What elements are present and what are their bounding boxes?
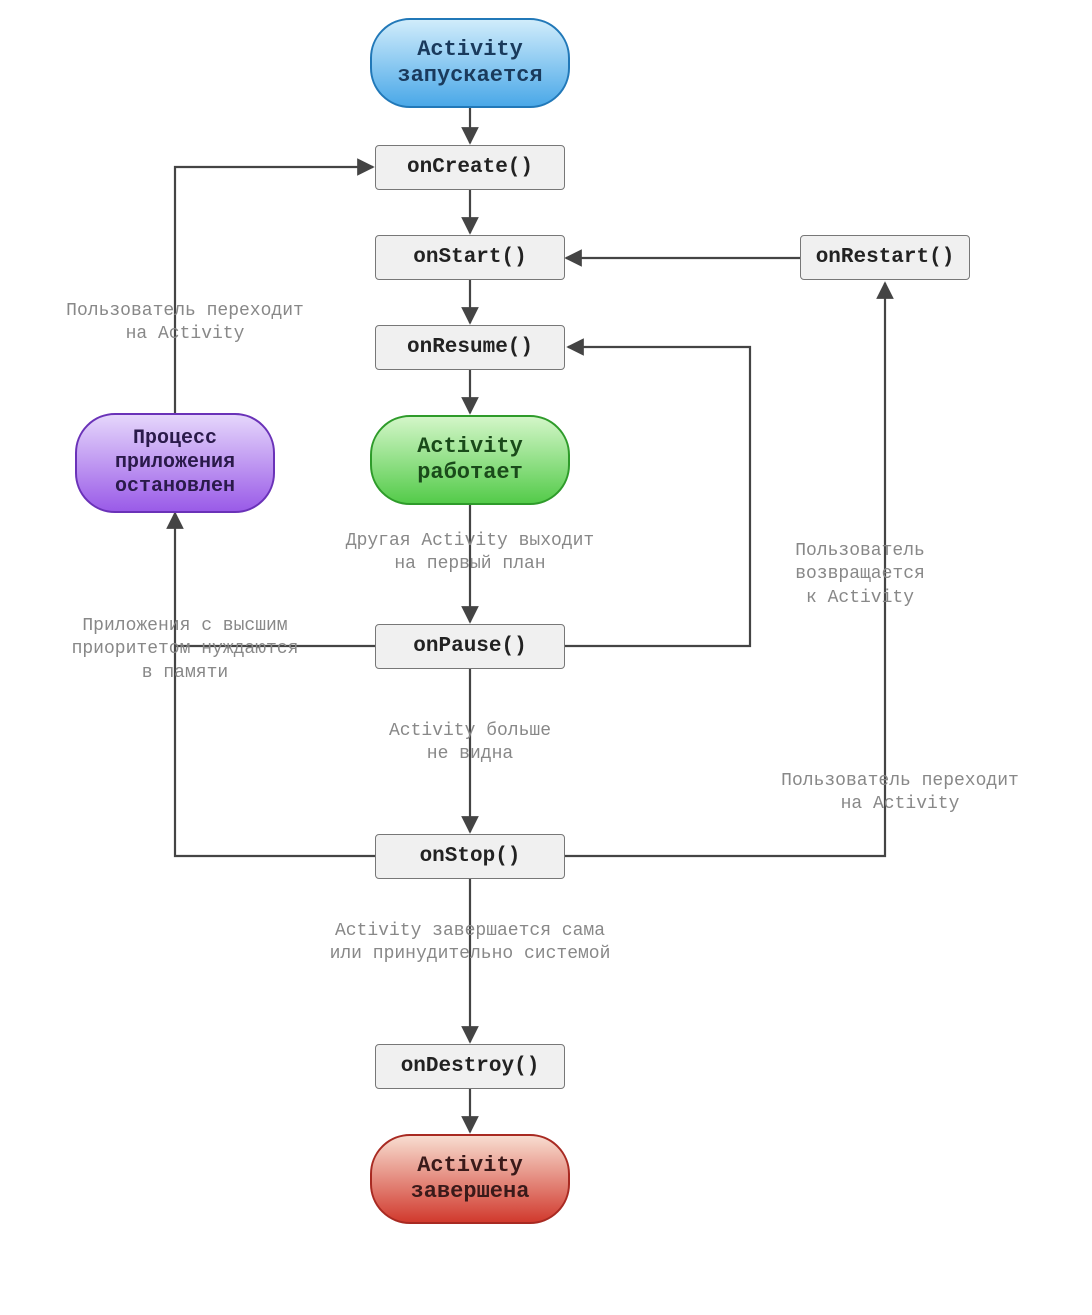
text-line: на Activity xyxy=(55,323,315,346)
text-line: приоритетом нуждаются xyxy=(40,638,330,661)
text-line: Приложения с высшим xyxy=(40,615,330,638)
text: onCreate() xyxy=(407,155,533,180)
text-line: Activity xyxy=(417,1153,523,1179)
state-process-killed: Процесс приложения остановлен xyxy=(75,413,275,513)
text-line: Activity xyxy=(417,434,523,460)
text-line: Activity завершается сама xyxy=(310,920,630,943)
callback-onresume: onResume() xyxy=(375,325,565,370)
callback-onrestart: onRestart() xyxy=(800,235,970,280)
text-line: Activity больше xyxy=(345,720,595,743)
text: onPause() xyxy=(413,634,526,659)
text-line: Пользователь переходит xyxy=(760,770,1040,793)
text-line: остановлен xyxy=(115,475,235,499)
text-line: к Activity xyxy=(760,587,960,610)
text-line: Activity xyxy=(417,37,523,63)
text-line: Пользователь xyxy=(760,540,960,563)
label-not-visible: Activity больше не видна xyxy=(345,720,595,767)
text-line: на первый план xyxy=(320,553,620,576)
state-activity-finished: Activity завершена xyxy=(370,1134,570,1224)
text-line: не видна xyxy=(345,743,595,766)
text: onRestart() xyxy=(816,245,955,270)
callback-oncreate: onCreate() xyxy=(375,145,565,190)
label-user-nav-left: Пользователь переходит на Activity xyxy=(55,300,315,347)
label-finishing: Activity завершается сама или принудител… xyxy=(310,920,630,967)
text: onDestroy() xyxy=(401,1054,540,1079)
text-line: запускается xyxy=(397,63,542,89)
state-activity-running: Activity работает xyxy=(370,415,570,505)
text-line: Процесс xyxy=(133,427,217,451)
label-another-activity-foreground: Другая Activity выходит на первый план xyxy=(320,530,620,577)
text-line: возвращается xyxy=(760,563,960,586)
text-line: Другая Activity выходит xyxy=(320,530,620,553)
text-line: или принудительно системой xyxy=(310,943,630,966)
callback-onpause: onPause() xyxy=(375,624,565,669)
lifecycle-diagram: Activity запускается onCreate() onStart(… xyxy=(0,0,1092,1315)
callback-onstop: onStop() xyxy=(375,834,565,879)
label-user-returns: Пользователь возвращается к Activity xyxy=(760,540,960,610)
text: onStart() xyxy=(413,245,526,270)
text-line: работает xyxy=(417,460,523,486)
callback-onstart: onStart() xyxy=(375,235,565,280)
text-line: на Activity xyxy=(760,793,1040,816)
text-line: в памяти xyxy=(40,662,330,685)
text-line: завершена xyxy=(411,1179,530,1205)
state-activity-launching: Activity запускается xyxy=(370,18,570,108)
text: onResume() xyxy=(407,335,533,360)
callback-ondestroy: onDestroy() xyxy=(375,1044,565,1089)
text-line: Пользователь переходит xyxy=(55,300,315,323)
text-line: приложения xyxy=(115,451,235,475)
label-user-nav-right: Пользователь переходит на Activity xyxy=(760,770,1040,817)
text: onStop() xyxy=(420,844,521,869)
label-high-priority: Приложения с высшим приоритетом нуждаютс… xyxy=(40,615,330,685)
